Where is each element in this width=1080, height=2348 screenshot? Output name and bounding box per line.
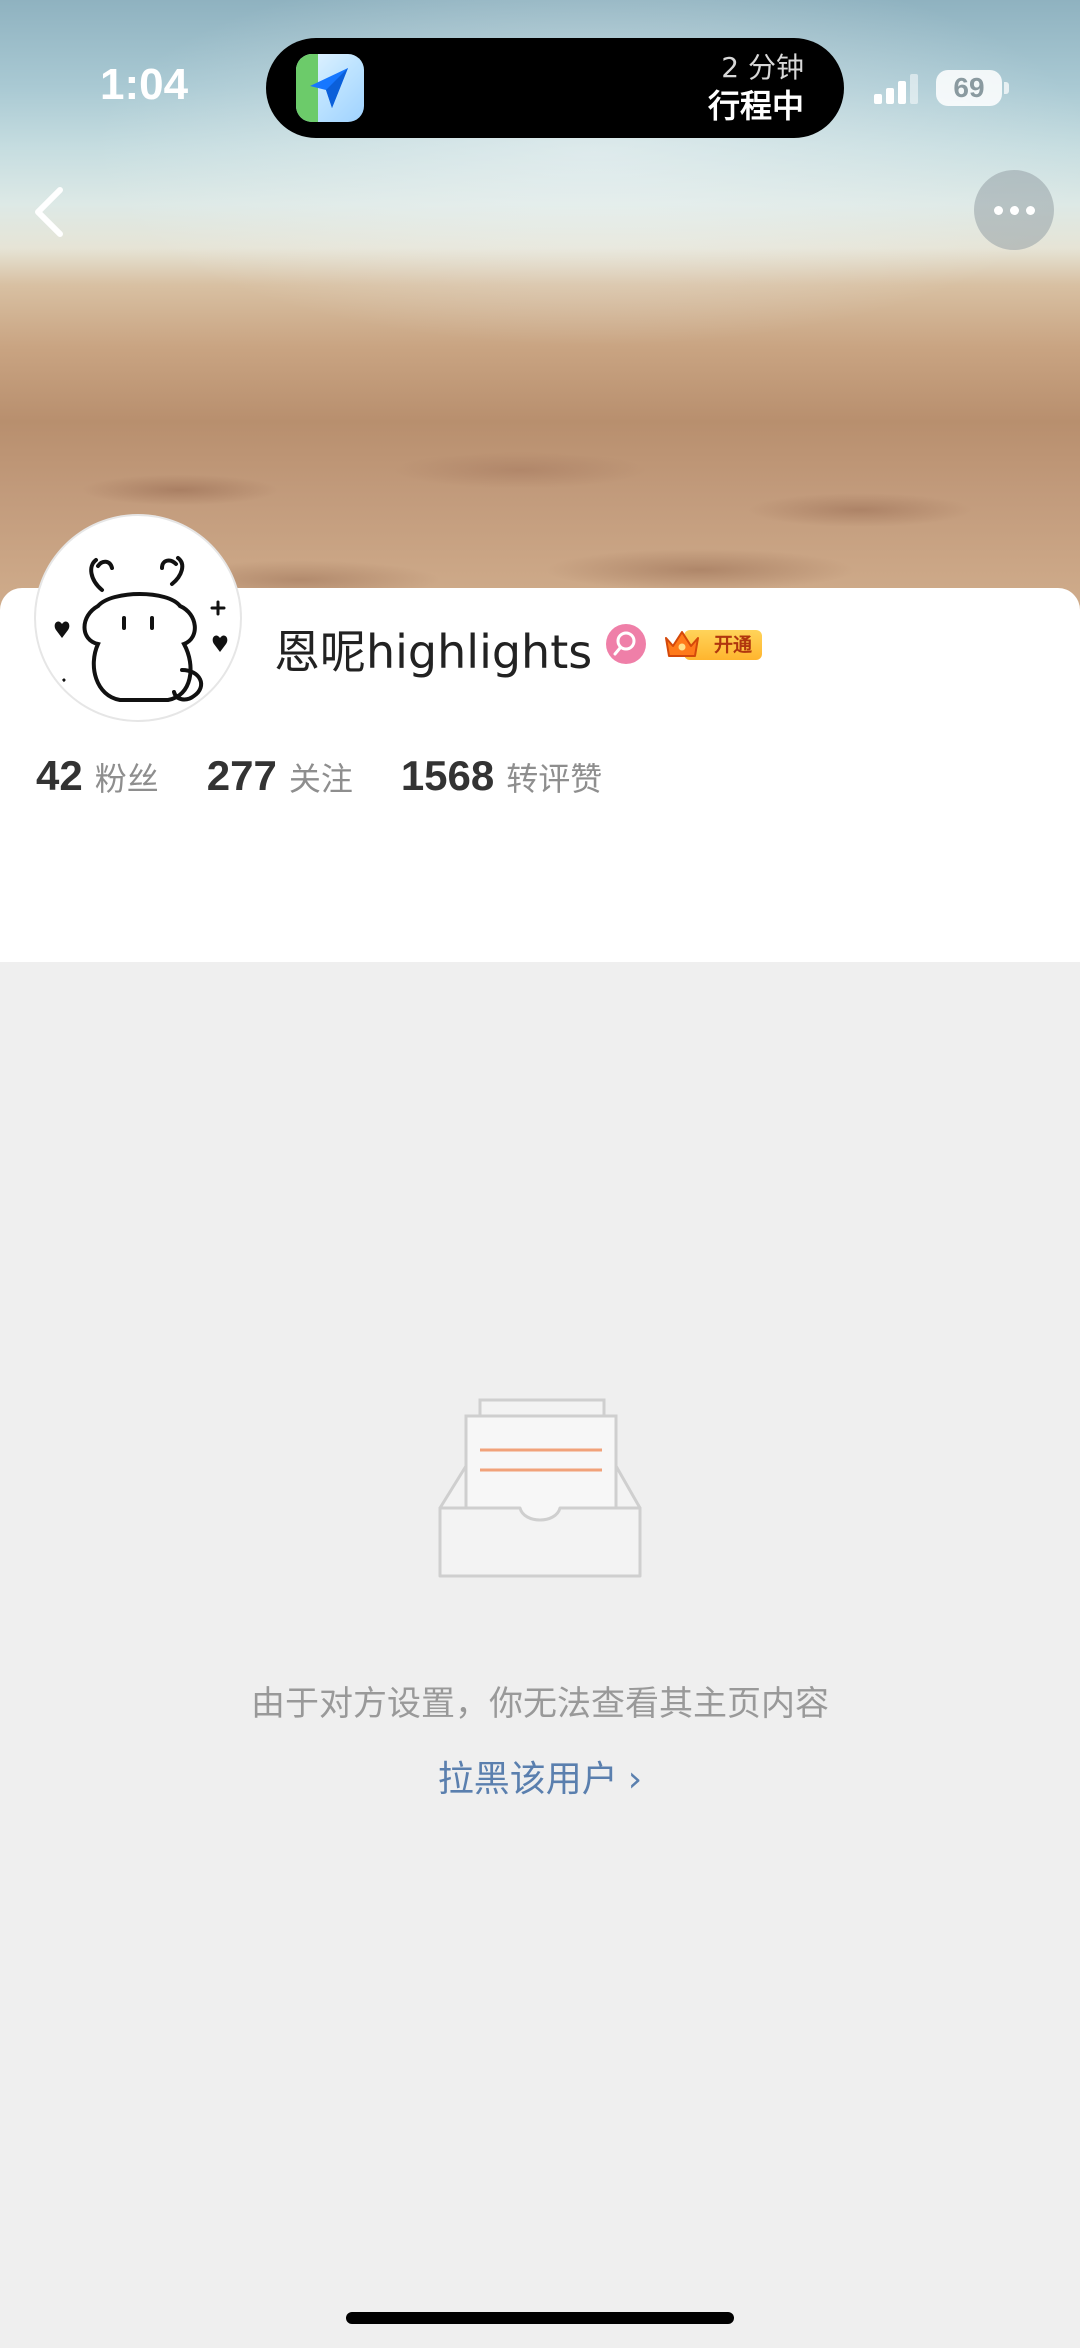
block-user-link[interactable]: 拉黑该用户 › [0, 1750, 1080, 1802]
block-user-label: 拉黑该用户 [437, 1759, 618, 1800]
stat-value: 42 [36, 752, 83, 799]
home-indicator[interactable] [346, 2312, 734, 2324]
stat-value: 277 [206, 752, 277, 799]
battery-tip [1004, 82, 1009, 94]
dynamic-island[interactable]: 2 分钟 行程中 [266, 38, 844, 138]
vip-open-badge[interactable]: 开通 [662, 626, 762, 662]
back-button[interactable] [20, 176, 80, 246]
eta-status: 行程中 [707, 87, 804, 125]
stat-value: 1568 [400, 752, 495, 799]
profile-stats: 42 粉丝 277 关注 1568 转评赞 [36, 752, 650, 812]
status-time: 1:04 [100, 60, 189, 109]
verified-search-icon[interactable] [606, 624, 646, 664]
empty-inbox-icon [438, 1398, 642, 1578]
more-dots-icon [994, 206, 1003, 215]
live-activity-eta: 2 分钟 行程中 [708, 50, 804, 126]
more-button[interactable] [974, 170, 1054, 250]
signal-icon [874, 74, 918, 104]
navigation-app-icon [296, 54, 364, 122]
empty-state-message: 由于对方设置，你无法查看其主页内容 [251, 1684, 829, 1724]
stat-interactions[interactable]: 1568 转评赞 [401, 752, 602, 800]
chevron-right-icon: › [627, 1759, 643, 1800]
username: 恩呢highlights [274, 625, 593, 679]
stat-label: 转评赞 [506, 760, 603, 798]
stat-following[interactable]: 277 关注 [207, 752, 353, 800]
stat-label: 粉丝 [94, 760, 159, 798]
eta-minutes: 2 分钟 [721, 51, 804, 84]
chevron-left-icon [35, 187, 63, 237]
battery-icon: 69 [936, 70, 1002, 106]
avatar[interactable] [36, 516, 240, 720]
stat-followers[interactable]: 42 粉丝 [36, 752, 159, 800]
stat-label: 关注 [288, 760, 353, 798]
crown-icon [665, 631, 699, 657]
avatar-drawing [40, 520, 236, 716]
